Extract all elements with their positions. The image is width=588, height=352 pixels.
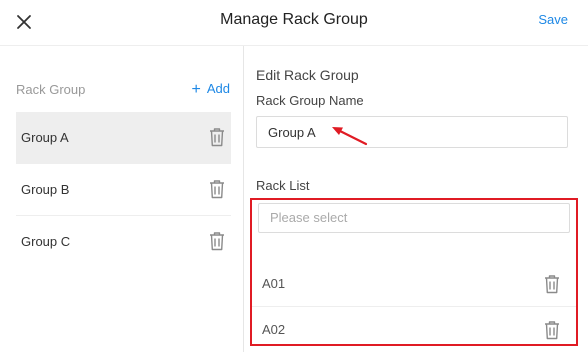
- group-item-b[interactable]: Group B: [16, 164, 231, 216]
- group-item-a[interactable]: Group A: [16, 112, 231, 164]
- group-item-c[interactable]: Group C: [16, 216, 231, 268]
- name-label: Rack Group Name: [256, 93, 364, 108]
- trash-icon[interactable]: [544, 320, 560, 340]
- rack-list-box: Please select A01 A02: [250, 198, 578, 346]
- trash-icon[interactable]: [209, 231, 225, 251]
- trash-icon[interactable]: [209, 179, 225, 199]
- trash-icon[interactable]: [544, 274, 560, 294]
- rack-group-sidebar: Rack Group + Add Group A Group B Group C: [0, 46, 244, 352]
- save-button[interactable]: Save: [538, 12, 568, 27]
- rack-group-name-input[interactable]: [256, 116, 568, 148]
- group-label: Group B: [21, 182, 70, 197]
- rack-divider: [252, 306, 576, 307]
- sidebar-title: Rack Group: [16, 82, 86, 97]
- trash-icon[interactable]: [209, 127, 225, 147]
- group-label: Group A: [21, 130, 69, 145]
- rack-list-label: Rack List: [256, 178, 310, 193]
- rack-label: A01: [262, 276, 286, 291]
- plus-icon: +: [191, 81, 201, 98]
- sidebar-header: Rack Group + Add: [16, 81, 232, 99]
- page-title: Manage Rack Group: [220, 11, 368, 28]
- group-label: Group C: [21, 234, 71, 249]
- annotation-arrow-icon: [332, 127, 368, 146]
- rack-item-a01: A01: [252, 262, 576, 308]
- rack-label: A02: [262, 322, 286, 337]
- rack-select-dropdown[interactable]: Please select: [258, 203, 570, 233]
- section-title: Edit Rack Group: [256, 67, 359, 83]
- header-bar: Manage Rack Group Save: [0, 0, 588, 46]
- add-label: Add: [206, 81, 230, 96]
- add-group-button[interactable]: + Add: [192, 80, 230, 98]
- rack-item-a02: A02: [252, 308, 576, 352]
